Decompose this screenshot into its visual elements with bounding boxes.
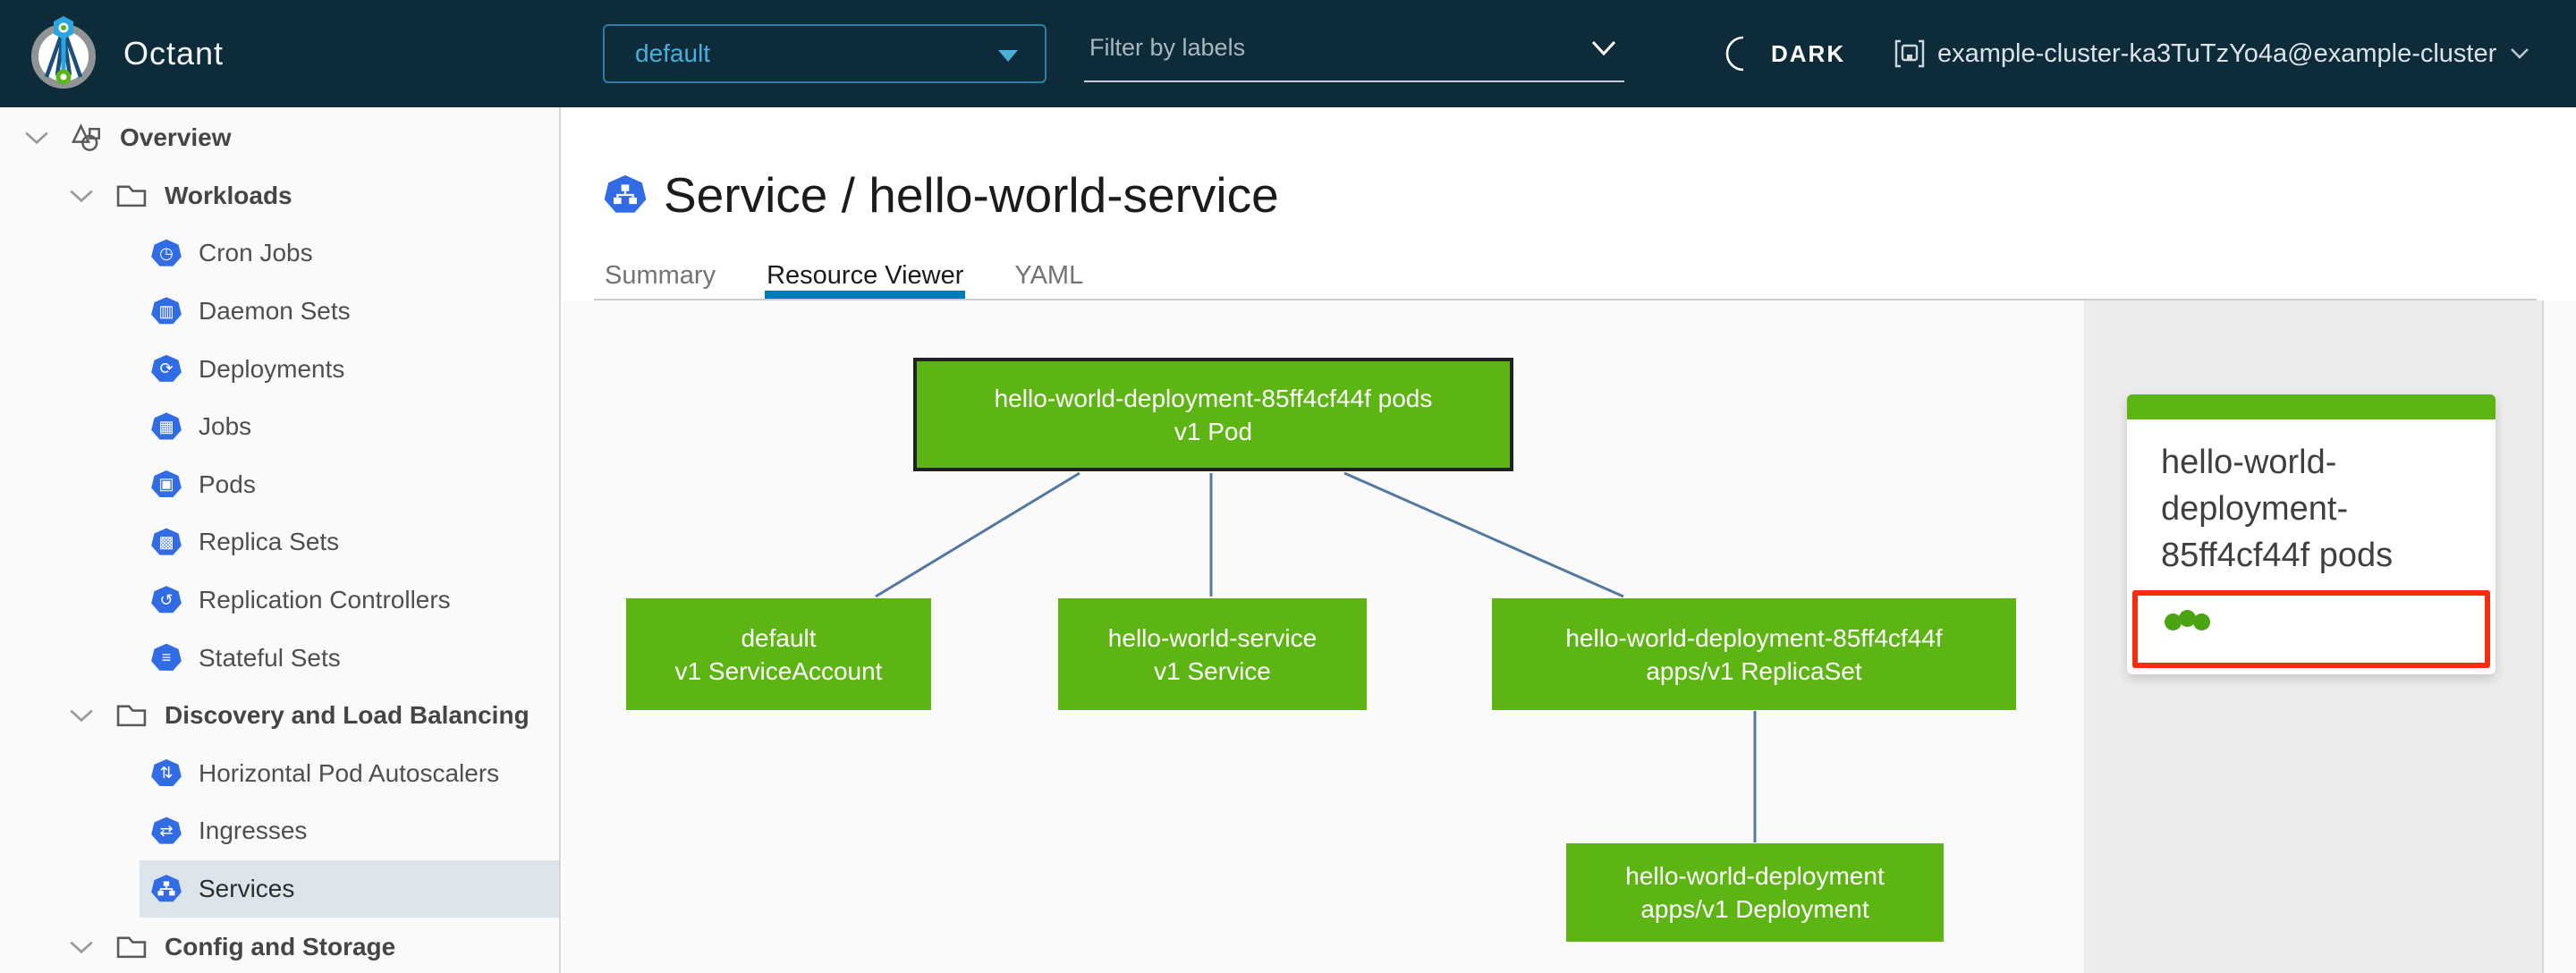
replicationcontroller-icon: ↺ [151,586,182,613]
sidebar-item-ingresses[interactable]: ⇄ Ingresses [0,802,559,860]
sidebar-item-jobs[interactable]: ▦ Jobs [0,398,559,456]
daemonset-icon: ▥ [151,297,182,325]
card-status-bar [2127,394,2496,419]
tab-yaml[interactable]: YAML [1014,261,1083,299]
selected-node-card: hello-world-deployment-85ff4cf44f pods [2127,394,2496,674]
chevron-down-icon[interactable] [68,939,95,955]
sidebar-item-label: Daemon Sets [199,297,351,326]
chevron-down-icon[interactable] [68,188,95,204]
sidebar-item-label: Replication Controllers [199,586,451,614]
sidebar-item-label: Ingresses [199,816,308,845]
pod-ok-dot-icon [2179,610,2196,627]
tab-resource-viewer[interactable]: Resource Viewer [765,261,966,299]
node-name: hello-world-deployment [1625,862,1885,890]
sidebar-group-label: Discovery and Load Balancing [165,701,530,730]
sidebar-item-label: Overview [120,123,232,152]
deployment-icon: ⟳ [151,354,182,382]
namespace-select[interactable]: default [603,24,1046,83]
node-kind: v1 Pod [1174,417,1253,445]
moon-icon [1725,36,1744,72]
hpa-icon: ⇅ [151,758,182,787]
service-resource-icon [604,174,647,213]
sidebar-item-daemon-sets[interactable]: ▥ Daemon Sets [0,283,559,341]
app-title: Octant [123,35,225,72]
sidebar-item-replication-controllers[interactable]: ↺ Replication Controllers [0,571,559,630]
sidebar-item-label: Cron Jobs [199,239,313,267]
sidebar-item-pods[interactable]: ▣ Pods [0,456,559,514]
sidebar-item-replica-sets[interactable]: ▩ Replica Sets [0,513,559,571]
graph-node-replicaset[interactable]: hello-world-deployment-85ff4cf44f apps/v… [1492,598,2016,710]
cluster-icon [1894,39,1925,68]
page-title-block: Service / hello-world-service [603,166,1279,224]
replicaset-icon: ▩ [151,528,182,555]
page-title: Service / hello-world-service [664,167,1279,223]
node-detail-panel: hello-world-deployment-85ff4cf44f pods [2084,300,2542,973]
folder-icon [116,936,147,958]
tab-summary[interactable]: Summary [605,261,716,299]
namespace-select-value: default [635,39,711,67]
label-filter-placeholder: Filter by labels [1089,34,1246,61]
sidebar-item-horizontal-pod-autoscalers[interactable]: ⇅ Horizontal Pod Autoscalers [0,745,559,803]
node-name: hello-world-service [1107,623,1318,652]
cluster-selector[interactable]: example-cluster-ka3TuTzYo4a@example-clus… [1894,0,2530,107]
sidebar-item-deployments[interactable]: ⟳ Deployments [0,340,559,398]
sidebar-item-label: Services [199,875,295,903]
folder-icon [116,185,147,207]
node-kind: v1 ServiceAccount [674,656,883,685]
node-name: hello-world-deployment-85ff4cf44f pods [994,384,1433,412]
octant-logo-icon [31,16,96,89]
octant-app-window: Octant default Filter by labels DARK exa… [0,0,2576,973]
sidebar-item-cron-jobs[interactable]: ◷ Cron Jobs [0,224,559,283]
navigation-sidebar: Overview Workloads ◷ Cron Jobs ▥ Daemon … [0,107,561,973]
node-kind: apps/v1 ReplicaSet [1646,656,1862,685]
chevron-down-icon[interactable] [68,707,95,723]
sidebar-group-config-and-storage[interactable]: Config and Storage [0,918,559,973]
ingress-icon: ⇄ [151,816,182,844]
chevron-down-icon[interactable] [23,130,50,146]
namespace-caret-icon [998,50,1018,62]
sidebar-group-label: Workloads [165,181,292,209]
sidebar-item-label: Deployments [199,354,345,383]
node-kind: apps/v1 Deployment [1640,895,1869,923]
label-filter-input[interactable]: Filter by labels [1084,27,1624,82]
cronjob-icon: ◷ [151,239,182,267]
pod-status-highlight-box[interactable] [2132,590,2490,668]
overview-objects-icon [71,123,100,152]
filter-chevron-down-icon[interactable] [1590,39,1617,57]
filter-underline [1084,80,1624,82]
service-icon [151,875,182,902]
sidebar-item-label: Pods [199,470,256,498]
job-icon: ▦ [151,412,182,440]
sidebar-group-workloads[interactable]: Workloads [0,167,559,225]
statefulset-icon: ≡ [151,643,182,671]
sidebar-item-label: Jobs [199,412,252,441]
dark-theme-toggle[interactable]: DARK [1721,0,1845,107]
dark-toggle-label: DARK [1771,39,1846,67]
node-name: default [741,623,817,652]
cluster-chevron-down-icon [2511,48,2529,59]
cluster-name: example-cluster-ka3TuTzYo4a@example-clus… [1937,38,2497,68]
tab-bar: Summary Resource Viewer YAML [605,261,1083,299]
sidebar-item-label: Replica Sets [199,528,340,556]
graph-node-deployment[interactable]: hello-world-deployment apps/v1 Deploymen… [1566,843,1944,942]
panel-scrollbar-gutter[interactable] [2542,300,2576,973]
sidebar-group-discovery-and-load-balancing[interactable]: Discovery and Load Balancing [0,687,559,745]
sidebar-item-label: Horizontal Pod Autoscalers [199,758,500,787]
graph-node-service[interactable]: hello-world-service v1 Service [1058,598,1367,710]
folder-icon [116,705,147,727]
sidebar-item-stateful-sets[interactable]: ≡ Stateful Sets [0,629,559,687]
card-title: hello-world-deployment-85ff4cf44f pods [2161,444,2394,574]
graph-node-pod[interactable]: hello-world-deployment-85ff4cf44f pods v… [913,358,1513,471]
sidebar-item-overview[interactable]: Overview [0,109,559,167]
sidebar-item-label: Stateful Sets [199,643,341,672]
app-header: Octant default Filter by labels DARK exa… [0,0,2576,107]
node-kind: v1 Service [1154,656,1271,685]
node-name: hello-world-deployment-85ff4cf44f [1565,623,1943,652]
sidebar-item-services[interactable]: Services [0,859,559,918]
pod-icon: ▣ [151,470,182,498]
sidebar-group-label: Config and Storage [165,932,396,960]
pod-status-dots [2165,610,2210,630]
graph-node-serviceaccount[interactable]: default v1 ServiceAccount [626,598,931,710]
